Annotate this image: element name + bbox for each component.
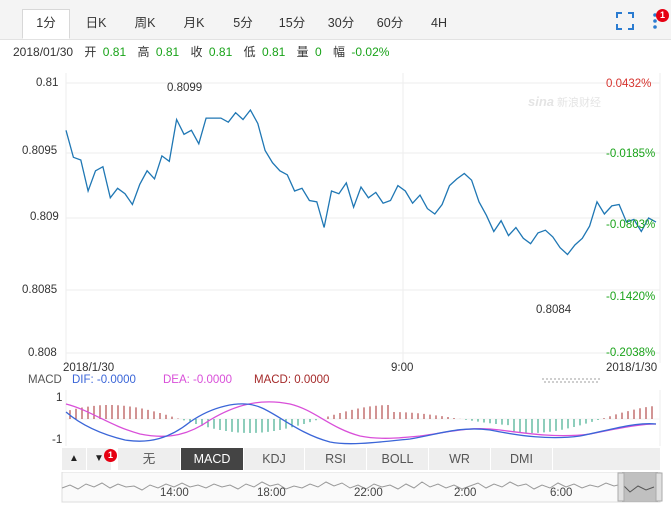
open-label: 开: [84, 45, 97, 59]
tab-4h[interactable]: 4H: [418, 10, 460, 38]
indicator-tab-boll[interactable]: BOLL: [367, 448, 429, 470]
tab-1min[interactable]: 1分: [22, 9, 70, 39]
tab-15min[interactable]: 15分: [271, 10, 313, 38]
tab-5min[interactable]: 5分: [222, 10, 264, 38]
pct-tick-0: 0.0432%: [606, 78, 652, 90]
open-value: 0.81: [102, 45, 127, 59]
navigator-handle-right[interactable]: [655, 472, 663, 502]
macd-dif-label: DIF: -0.0000: [72, 374, 136, 386]
nav-time-1: 18:00: [257, 487, 286, 499]
x-label-mid: 9:00: [391, 362, 414, 374]
pct-tick-4: -0.2038%: [606, 347, 656, 359]
indicator-tab-filler: [553, 448, 660, 470]
high-label: 高: [137, 45, 150, 59]
macd-value-label: MACD: 0.0000: [254, 374, 330, 386]
sina-logo: sina: [528, 94, 554, 109]
scroll-up-button[interactable]: ▲: [62, 448, 86, 470]
tab-monthly[interactable]: 月K: [173, 10, 215, 38]
macd-chart[interactable]: [0, 390, 671, 448]
period-tabbar: 1分 日K 周K 月K 5分 15分 30分 60分 4H 1: [0, 0, 671, 40]
quote-date: 2018/01/30: [13, 45, 74, 59]
x-label-start: 2018/1/30: [63, 362, 115, 374]
pct-tick-1: -0.0185%: [606, 148, 656, 160]
drag-handle-icon[interactable]: [542, 378, 604, 384]
y-tick-2: 0.809: [30, 211, 59, 223]
x-label-end: 2018/1/30: [606, 362, 658, 374]
change-label: 幅: [333, 45, 346, 59]
low-value: 0.81: [261, 45, 286, 59]
price-chart[interactable]: sina 新浪财经: [0, 63, 671, 373]
y-tick-4: 0.808: [28, 347, 57, 359]
close-value: 0.81: [208, 45, 233, 59]
y-tick-1: 0.8095: [22, 145, 58, 157]
nav-time-3: 2:00: [454, 487, 477, 499]
watermark-text: 新浪财经: [557, 95, 601, 109]
indicator-badge: 1: [104, 449, 117, 462]
change-value: -0.02%: [351, 45, 390, 59]
nav-time-4: 6:00: [550, 487, 573, 499]
nav-time-2: 22:00: [354, 487, 383, 499]
macd-y-top: 1: [56, 392, 63, 404]
pct-tick-2: -0.0803%: [606, 219, 656, 231]
y-tick-0: 0.81: [36, 77, 59, 89]
indicator-tab-dmi[interactable]: DMI: [491, 448, 553, 470]
navigator-handle-left[interactable]: [617, 472, 625, 502]
price-series-line: [65, 108, 657, 256]
indicator-tab-macd[interactable]: MACD: [181, 448, 244, 470]
pct-tick-3: -0.1420%: [606, 291, 656, 303]
tab-30min[interactable]: 30分: [320, 10, 362, 38]
high-marker-label: 0.8099: [167, 82, 203, 94]
sina-finance-watermark: sina 新浪财经: [528, 94, 601, 109]
quote-infobar: 2018/01/30 开 0.81 高 0.81 收 0.81 低 0.81 量…: [0, 41, 671, 63]
fullscreen-icon[interactable]: [616, 12, 634, 30]
volume-value: 0: [315, 45, 322, 59]
tab-60min[interactable]: 60分: [369, 10, 411, 38]
close-label: 收: [190, 45, 203, 59]
volume-label: 量: [296, 45, 309, 59]
macd-title: MACD: [28, 374, 62, 386]
macd-dea-label: DEA: -0.0000: [163, 374, 233, 386]
indicator-tab-rsi[interactable]: RSI: [305, 448, 367, 470]
macd-y-bottom: -1: [52, 434, 63, 446]
indicator-tab-wr[interactable]: WR: [429, 448, 491, 470]
notification-badge: 1: [656, 9, 669, 22]
nav-time-0: 14:00: [160, 487, 189, 499]
low-marker-label: 0.8084: [536, 304, 572, 316]
low-label: 低: [243, 45, 256, 59]
tab-weekly[interactable]: 周K: [124, 10, 166, 38]
tab-daily[interactable]: 日K: [75, 10, 117, 38]
indicator-tab-none[interactable]: 无: [118, 448, 181, 470]
indicator-tab-kdj[interactable]: KDJ: [244, 448, 305, 470]
y-tick-3: 0.8085: [22, 284, 58, 296]
high-value: 0.81: [155, 45, 180, 59]
